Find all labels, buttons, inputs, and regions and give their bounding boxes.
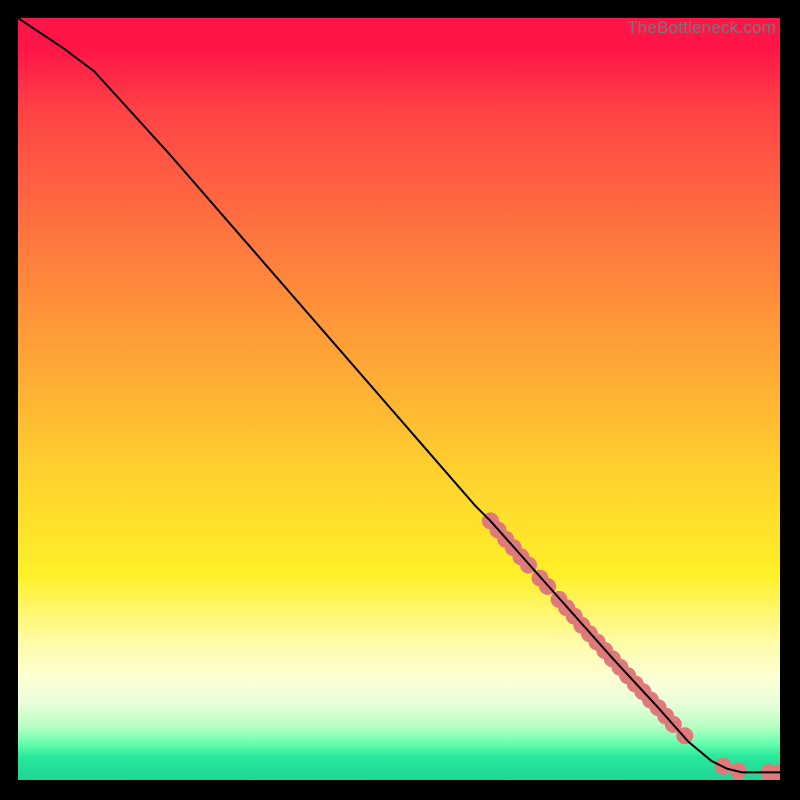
chart-stage: TheBottleneck.com [0,0,800,800]
curve-line [18,18,780,772]
chart-svg [18,18,780,780]
plot-area: TheBottleneck.com [18,18,780,780]
attribution-text: TheBottleneck.com [627,18,776,38]
highlight-dots [482,512,780,780]
